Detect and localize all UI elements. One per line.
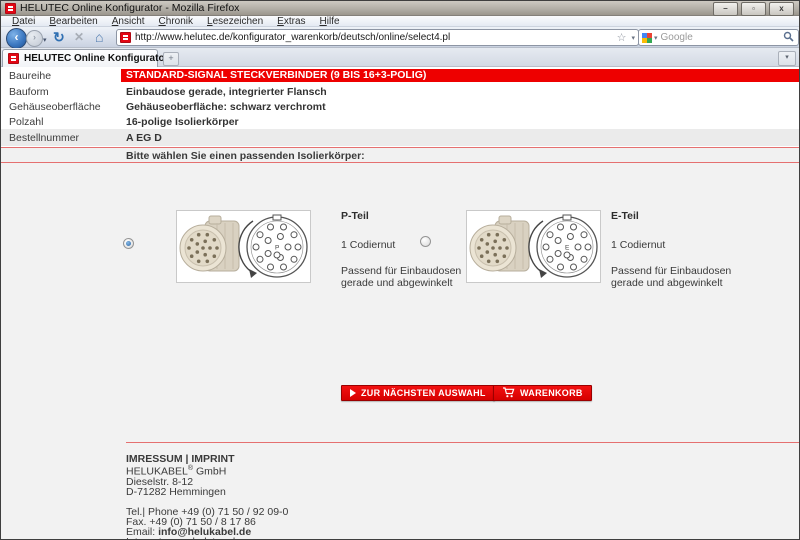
search-input[interactable]: Google [661, 32, 783, 43]
menu-extras[interactable]: Extras [271, 16, 311, 27]
menu-datei[interactable]: Datei [6, 16, 41, 27]
cart-button[interactable]: WARENKORB [493, 385, 592, 401]
config-label: Baureihe [9, 69, 52, 82]
new-tab-button[interactable]: + [163, 52, 179, 66]
address-line: D-71282 Hemmingen [126, 485, 226, 498]
product-fit: Passend für Einbaudosen gerade und abgewi… [611, 265, 732, 289]
reload-icon[interactable]: ↻ [53, 29, 65, 46]
product-coding: 1 Codiernut [611, 239, 666, 251]
tab-bar: HELUTEC Online Konfigurator + ▾ [1, 48, 799, 67]
stop-icon[interactable]: ✕ [74, 30, 84, 44]
window-title: HELUTEC Online Konfigurator - Mozilla Fi… [20, 2, 240, 14]
phone-line: Tel.| Phone +49 (0) 71 50 / 92 09-0 [126, 505, 289, 518]
tab-title: HELUTEC Online Konfigurator [24, 53, 169, 64]
navigation-toolbar: ‹ › ▾ ↻ ✕ ⌂ http://www.helutec.de/konfig… [1, 27, 799, 49]
e-teil-product-image: E [466, 210, 601, 283]
title-bar[interactable]: HELUTEC Online Konfigurator - Mozilla Fi… [1, 1, 799, 16]
config-label: Polzahl [9, 116, 44, 128]
divider [126, 442, 799, 443]
home-icon[interactable]: ⌂ [95, 29, 103, 45]
selection-area: P P-Teil 1 Codiernut Passend für Einbaud… [1, 163, 799, 539]
next-selection-label: ZUR NÄCHSTEN AUSWAHL [361, 388, 486, 398]
diagram-letter: P [275, 245, 279, 252]
diagram-letter: E [565, 245, 570, 252]
series-banner: STANDARD-SIGNAL STECKVERBINDER (9 BIS 16… [121, 69, 799, 82]
url-dropdown-icon[interactable]: ▾ [631, 34, 635, 42]
company-name: HELUKABEL® GmbH [126, 465, 227, 478]
browser-window: HELUTEC Online Konfigurator - Mozilla Fi… [0, 0, 800, 540]
forward-button[interactable]: › [26, 30, 43, 47]
config-label: Bauform [9, 86, 49, 98]
site-favicon [120, 32, 131, 43]
website-link[interactable]: www.helutec.de [167, 536, 241, 539]
menu-bearbeiten[interactable]: Bearbeiten [43, 16, 103, 27]
close-button[interactable]: x [769, 2, 794, 16]
search-box[interactable]: ▾ Google [638, 29, 799, 46]
url-input[interactable]: http://www.helutec.de/konfigurator_waren… [135, 32, 614, 43]
config-value: Gehäuseoberfläche: schwarz verchromt [126, 101, 326, 113]
next-selection-button[interactable]: ZUR NÄCHSTEN AUSWAHL [341, 385, 495, 401]
minimize-button[interactable]: – [713, 2, 738, 16]
config-label: Gehäuseoberfläche [9, 101, 101, 113]
back-button[interactable]: ‹ [6, 28, 27, 49]
p-teil-product-image: P [176, 210, 311, 283]
config-row-polzahl: Polzahl 16-polige Isolierkörper [1, 116, 799, 128]
history-dropdown-icon[interactable]: ▾ [43, 36, 47, 44]
tab-favicon [8, 53, 19, 64]
selection-prompt: Bitte wählen Sie einen passenden Isolier… [1, 148, 799, 162]
imprint-heading: IMRESSUM | IMPRINT [126, 453, 235, 465]
config-value: Einbaudose gerade, integrierter Flansch [126, 86, 327, 98]
config-row-baureihe: Baureihe STANDARD-SIGNAL STECKVERBINDER … [1, 69, 799, 82]
imprint-footer: IMRESSUM | IMPRINT HELUKABEL® GmbH Diese… [126, 453, 370, 539]
play-icon [350, 389, 356, 397]
tab-list-dropdown-icon[interactable]: ▾ [778, 51, 796, 66]
page-content: Baureihe STANDARD-SIGNAL STECKVERBINDER … [1, 67, 799, 539]
config-label: Bestellnummer [9, 131, 80, 144]
product-name: E-Teil [611, 210, 639, 222]
search-magnifier-icon[interactable] [783, 29, 794, 47]
bookmark-star-icon[interactable]: ☆ [617, 31, 627, 44]
menu-hilfe[interactable]: Hilfe [314, 16, 346, 27]
maximize-button[interactable]: ▫ [741, 2, 766, 16]
menu-bar: Datei Bearbeiten Ansicht Chronik Lesezei… [1, 16, 799, 27]
app-icon [5, 2, 16, 14]
search-engine-dropdown-icon[interactable]: ▾ [654, 34, 658, 42]
tab-helutec-konfigurator[interactable]: HELUTEC Online Konfigurator [2, 49, 168, 67]
config-row-bauform: Bauform Einbaudose gerade, integrierter … [1, 86, 799, 98]
google-logo-icon [642, 32, 652, 43]
url-bar[interactable]: http://www.helutec.de/konfigurator_waren… [116, 29, 639, 46]
cart-icon [502, 386, 515, 400]
config-row-gehaeuseoberflaeche: Gehäuseoberfläche Gehäuseoberfläche: sch… [1, 101, 799, 113]
menu-ansicht[interactable]: Ansicht [106, 16, 151, 27]
config-value: 16-polige Isolierkörper [126, 116, 239, 128]
config-row-bestellnummer: Bestellnummer A EG D [1, 129, 799, 146]
cart-label: WARENKORB [520, 388, 583, 398]
menu-lesezeichen[interactable]: Lesezeichen [201, 16, 269, 27]
address-line: Dieselstr. 8-12 [126, 475, 194, 488]
menu-chronik[interactable]: Chronik [153, 16, 199, 27]
order-number-value: A EG D [126, 131, 162, 144]
radio-p-teil[interactable] [123, 238, 134, 249]
e-teil-description: E-Teil 1 Codiernut Passend für Einbaudos… [611, 210, 761, 289]
